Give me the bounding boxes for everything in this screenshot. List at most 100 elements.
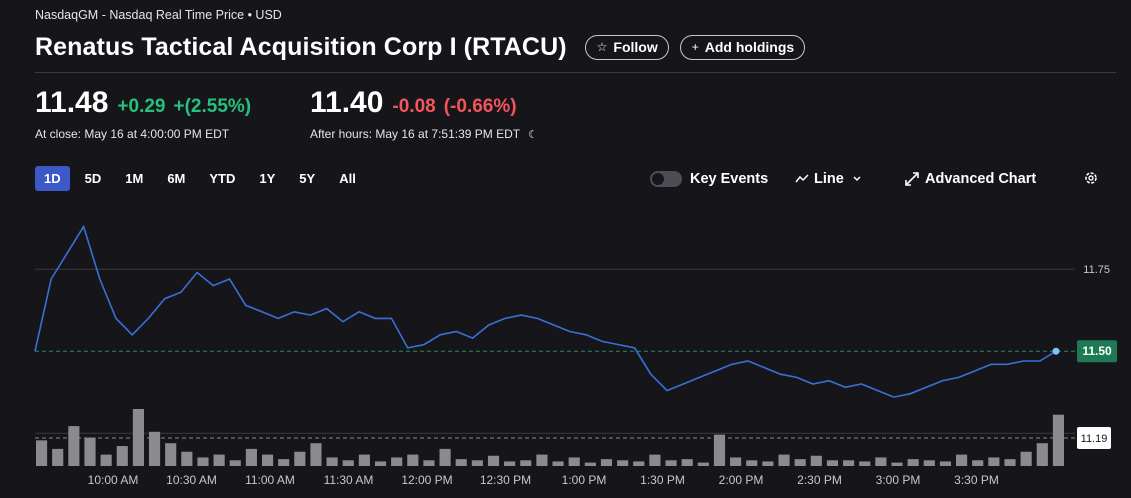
volume-bar: [116, 446, 128, 466]
expand-icon: [905, 171, 919, 186]
range-1y[interactable]: 1Y: [250, 166, 284, 191]
volume-bar: [891, 462, 903, 466]
volume-bar: [988, 457, 1000, 466]
volume-bar: [423, 460, 435, 466]
after-hours-price: 11.40: [310, 86, 384, 119]
close-time: At close: May 16 at 4:00:00 PM EDT: [35, 127, 230, 141]
volume-bar: [665, 460, 677, 466]
volume-bar: [326, 457, 338, 466]
toggle-knob: [652, 172, 664, 185]
volume-bar: [148, 431, 161, 466]
volume-bar: [1052, 414, 1064, 466]
volume-bar: [68, 426, 80, 466]
volume-bar: [439, 448, 451, 466]
volume-bar: [697, 462, 709, 466]
volume-bar: [794, 459, 806, 466]
volume-bar: [1020, 451, 1032, 466]
volume-bar: [633, 461, 645, 466]
x-tick-label: 1:30 PM: [640, 473, 685, 487]
range-selector: 1D 5D 1M 6M YTD 1Y 5Y All: [35, 166, 371, 191]
volume-bar: [746, 460, 758, 466]
volume-bar: [342, 460, 354, 466]
line-chart-icon: [795, 173, 809, 182]
y-tick-label: 11.75: [1083, 264, 1110, 276]
volume-bar: [213, 454, 225, 466]
volume-bar: [907, 459, 919, 466]
volume-bar: [197, 457, 209, 466]
range-6m[interactable]: 6M: [158, 166, 194, 191]
volume-bar: [52, 448, 64, 466]
volume-bar: [923, 460, 935, 466]
volume-bar: [294, 451, 306, 466]
volume-bar: [617, 460, 629, 466]
volume-bar: [487, 455, 500, 466]
volume-bar: [810, 455, 822, 466]
close-quote: 11.48 +0.29 +(2.55%): [35, 86, 259, 120]
key-events-toggle[interactable]: Key Events: [650, 166, 768, 191]
add-holdings-button[interactable]: + Add holdings: [679, 34, 806, 60]
chevron-down-icon: [853, 175, 861, 181]
advanced-chart-label: Advanced Chart: [925, 170, 1037, 187]
x-tick-label: 2:30 PM: [797, 473, 842, 487]
close-change-pct: +(2.55%): [173, 96, 252, 117]
x-tick-label: 11:00 AM: [245, 473, 295, 487]
plus-icon: +: [691, 40, 699, 54]
follow-button[interactable]: ☆ Follow: [584, 34, 669, 60]
volume-bar: [568, 457, 580, 466]
volume-bar: [681, 459, 693, 466]
volume-bar: [826, 460, 839, 466]
volume-bar: [956, 454, 968, 466]
range-1d[interactable]: 1D: [35, 166, 70, 191]
volume-bar: [261, 454, 274, 466]
volume-bar: [972, 460, 984, 466]
volume-bar: [762, 461, 774, 466]
x-tick-label: 12:30 PM: [480, 473, 531, 487]
x-tick-label: 10:30 AM: [166, 473, 217, 487]
volume-bar: [245, 448, 257, 466]
after-hours-time: After hours: May 16 at 7:51:39 PM EDT: [310, 127, 521, 141]
x-tick-label: 1:00 PM: [562, 473, 607, 487]
range-all[interactable]: All: [330, 166, 365, 191]
volume-bar: [778, 454, 790, 466]
add-holdings-label: Add holdings: [704, 39, 795, 55]
range-ytd[interactable]: YTD: [200, 166, 244, 191]
volume-bar: [552, 461, 564, 466]
volume-bar: [391, 457, 403, 466]
volume-bar: [536, 454, 548, 466]
close-price: 11.48: [35, 86, 109, 119]
volume-bar: [358, 454, 370, 466]
volume-bar: [600, 459, 613, 466]
exchange-line: NasdaqGM - Nasdaq Real Time Price • USD: [35, 8, 282, 22]
x-tick-label: 11:30 AM: [324, 473, 374, 487]
gear-icon[interactable]: [1082, 169, 1100, 187]
volume-bar: [1004, 459, 1016, 466]
volume-bar: [859, 461, 871, 466]
key-events-label: Key Events: [690, 170, 769, 187]
volume-bar: [520, 460, 532, 466]
after-hours-change-pct: (-0.66%): [443, 96, 517, 117]
volume-bar: [584, 462, 596, 466]
volume-bar: [407, 454, 419, 466]
volume-bar: [165, 443, 177, 466]
volume-bar: [471, 460, 483, 466]
range-1m[interactable]: 1M: [116, 166, 152, 191]
close-change: +0.29: [117, 96, 166, 117]
after-hours-change: -0.08: [392, 96, 436, 117]
range-5y[interactable]: 5Y: [290, 166, 324, 191]
volume-bar: [649, 454, 661, 466]
toggle-switch[interactable]: [650, 170, 682, 187]
company-title: Renatus Tactical Acquisition Corp I (RTA…: [35, 32, 567, 61]
chart-type-dropdown[interactable]: Line: [795, 166, 862, 191]
volume-bar: [181, 451, 193, 466]
volume-bar: [100, 454, 112, 466]
price-chart[interactable]: 11.7511.2511.5011.1910:00 AM10:30 AM11:0…: [0, 200, 1131, 498]
price-series-line: [34, 224, 1057, 398]
after-hours-quote: 11.40 -0.08 (-0.66%): [310, 86, 525, 120]
header-divider: [35, 72, 1116, 73]
follow-label: Follow: [613, 39, 658, 55]
volume-bar: [1036, 443, 1048, 466]
volume-bar: [455, 459, 467, 466]
advanced-chart-button[interactable]: Advanced Chart: [905, 166, 1036, 191]
range-5d[interactable]: 5D: [76, 166, 111, 191]
volume-bar: [374, 461, 387, 466]
